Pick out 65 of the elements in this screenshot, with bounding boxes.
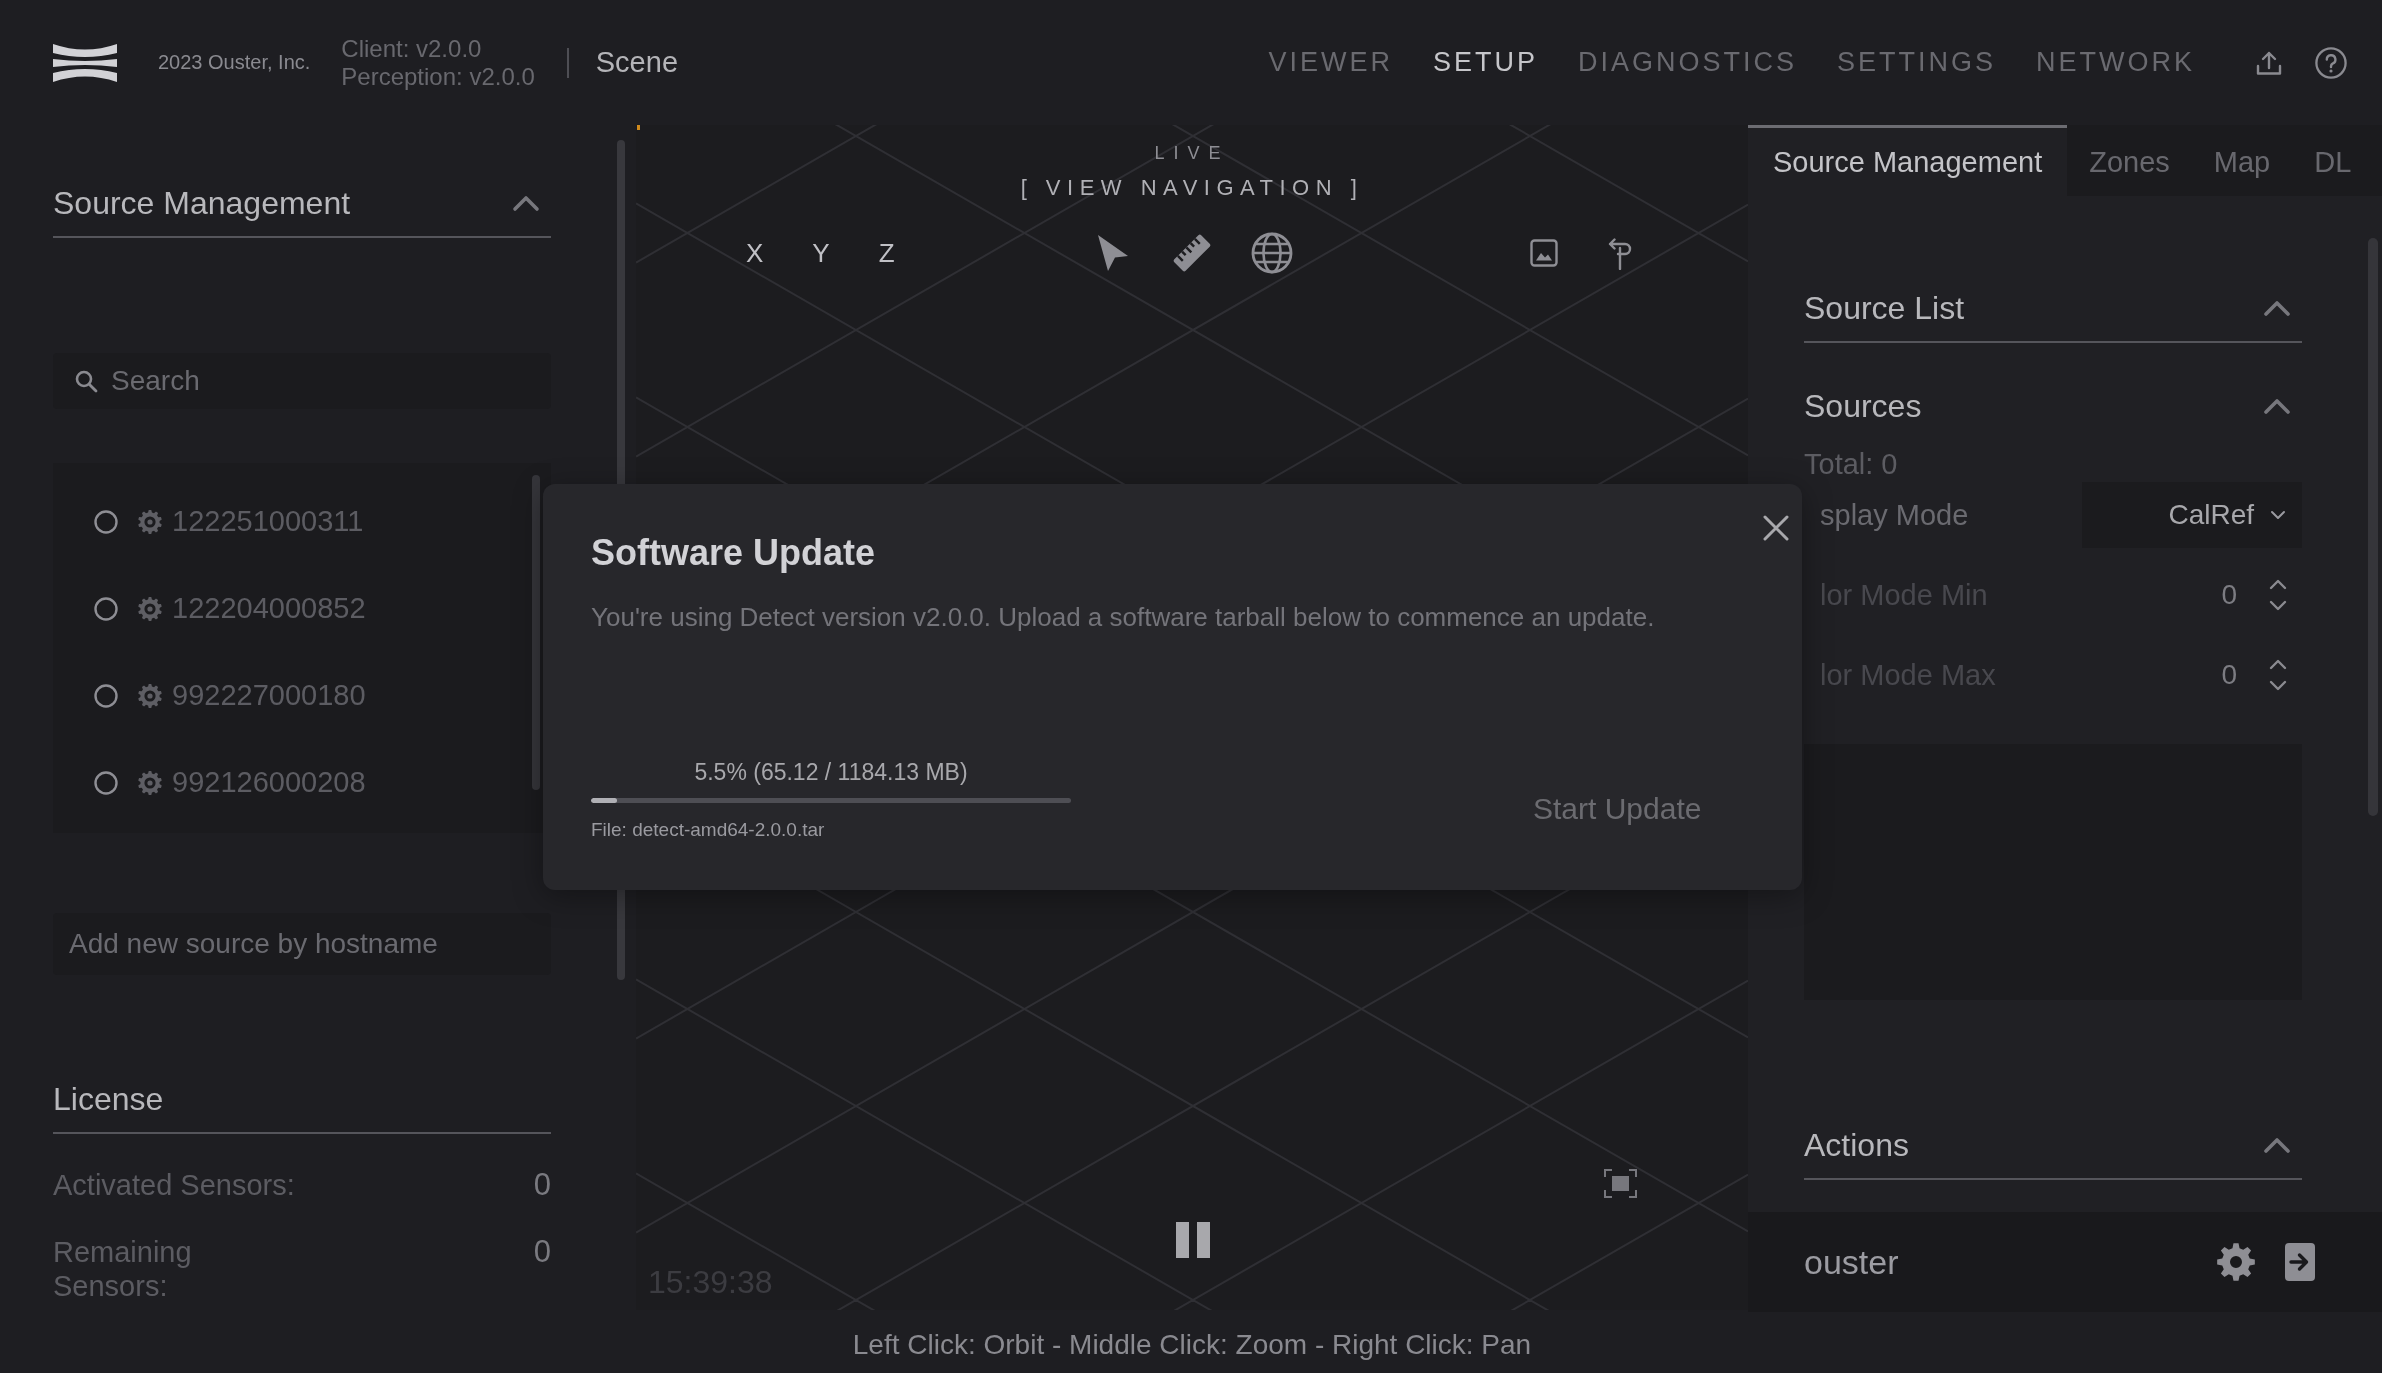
version-text: Perception: v2.0.0 [341,62,535,91]
radio-button[interactable] [94,596,118,621]
search-icon [74,369,98,393]
gear-icon [138,683,162,708]
radio-button[interactable] [94,770,118,795]
live-label: LIVE [1154,142,1230,164]
chevron-icon[interactable] [2263,1135,2291,1155]
panel-tab[interactable]: Source Management [1748,125,2068,196]
source-name: 122204000852 [172,592,366,625]
pause-icon[interactable] [1175,1222,1210,1258]
focus-frame-icon[interactable] [1603,1169,1637,1198]
hostname-field[interactable]: Add new source by hostname [53,913,551,975]
chevron-icon[interactable] [2263,396,2291,416]
nav-tab[interactable]: VIEWER [1268,47,1393,78]
controls-hint: Left Click: Orbit - Middle Click: Zoom - Right Click: Pan [852,1328,1532,1361]
radio-button[interactable] [94,509,118,534]
copyright-text: 2023 Ouster, Inc. [158,51,311,74]
license-label: Activated Sensors: [53,1168,296,1202]
globe-icon[interactable] [1250,232,1293,274]
help-icon[interactable] [2315,46,2347,79]
section-title: Source List [1804,289,1965,327]
chevron-icon[interactable] [512,193,540,213]
gear-icon [138,596,162,621]
license-value: 0 [533,1235,551,1269]
axis-button[interactable]: Z [878,237,895,269]
nav-tab[interactable]: NETWORK [2036,47,2195,78]
nav-tab[interactable]: SETUP [1432,47,1538,78]
nav-tab[interactable]: DIAGNOSTICS [1577,47,1797,78]
license-label: Remaining Sensors: [53,1235,193,1303]
radio-button[interactable] [94,683,118,708]
user-name: ouster [1804,1242,1899,1282]
nav-tab[interactable]: SETTINGS [1837,47,1996,78]
chevron-icon[interactable] [2263,298,2291,318]
gear-icon[interactable] [2217,1243,2255,1281]
source-name: 992126000208 [172,766,366,799]
cursor-icon[interactable] [1096,234,1129,272]
file-name: File: detect-amd64-2.0.0.tar [591,818,825,842]
license-value: 0 [533,1168,551,1202]
section-title: Actions [1804,1126,1909,1164]
field-label: splay Mode [1819,498,1969,532]
dialog-message: You're using Detect version v2.0.0. Upload a software tarball below to commence an update. [591,601,1655,634]
gear-icon [138,770,162,795]
source-name: 122251000311 [172,505,364,538]
source-name: 992227000180 [172,679,366,712]
section-title: Source Management [53,184,351,222]
progress-reading: 5.5% (65.12 / 1184.13 MB) [694,758,968,787]
version-text: Client: v2.0.0 [341,34,483,63]
logout-icon[interactable] [2285,1243,2315,1281]
section-title: Sources [1804,387,1922,425]
total-count: Total: 0 [1804,447,1899,481]
section-title: License [53,1080,164,1118]
chevron-down-icon [2270,510,2286,520]
logo-icon [53,43,117,82]
page-title: Scene [595,46,678,79]
gear-icon [138,509,162,534]
marker-icon [637,125,640,130]
dialog-title: Software Update [591,531,876,575]
scrollbar[interactable] [532,475,540,790]
search-field[interactable]: Search [53,353,551,409]
view-title: [ VIEW NAVIGATION ] [1020,174,1364,202]
dropdown[interactable]: CalRef [2082,482,2302,548]
image-icon[interactable] [1529,239,1558,267]
close-icon[interactable] [1762,514,1790,542]
axis-button[interactable]: X [746,237,764,269]
axis-button[interactable]: Y [812,237,830,269]
